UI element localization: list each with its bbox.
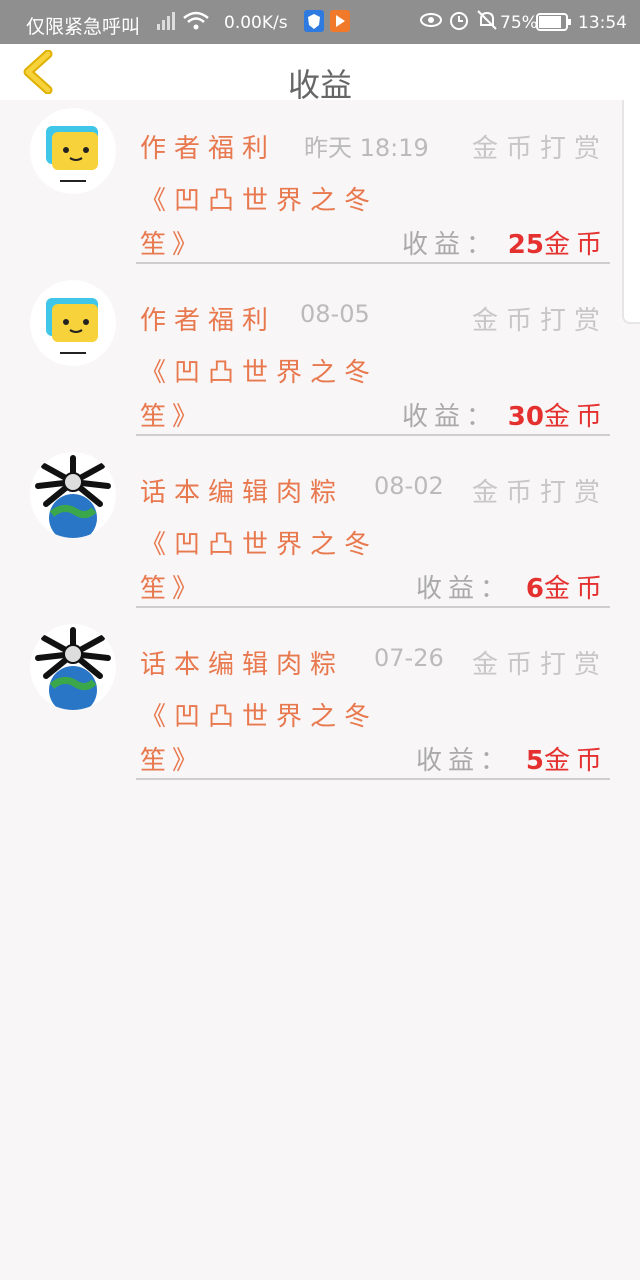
income-amount: 30金币 xyxy=(507,402,608,432)
divider xyxy=(136,778,610,780)
eye-icon xyxy=(420,10,442,34)
income-list: 作者福利 昨天 18:19 金币打赏 《凹凸世界之冬 笙》 收益： 25金币 作… xyxy=(0,100,640,788)
divider xyxy=(136,606,610,608)
alarm-icon xyxy=(448,9,470,35)
wifi-icon xyxy=(182,10,210,36)
nav-bar: 收益 xyxy=(0,44,640,104)
sender-name: 作者福利 xyxy=(140,134,277,164)
sender-name: 话本编辑肉粽 xyxy=(140,478,345,508)
item-date: 08-02 xyxy=(374,472,444,500)
clock: 13:54 xyxy=(578,13,627,33)
item-date: 08-05 xyxy=(300,300,370,328)
item-date: 07-26 xyxy=(374,644,444,672)
reward-type: 金币打赏 xyxy=(471,306,608,336)
book-title: 《凹凸世界之冬 xyxy=(140,530,379,560)
list-item[interactable]: 话本编辑肉粽 08-02 金币打赏 《凹凸世界之冬 笙》 收益： 6金币 xyxy=(0,444,640,616)
divider xyxy=(136,262,610,264)
book-title-cont: 笙》 xyxy=(140,230,205,260)
signal-icon xyxy=(156,10,178,36)
avatar xyxy=(30,624,116,710)
divider xyxy=(136,434,610,436)
list-item[interactable]: 话本编辑肉粽 07-26 金币打赏 《凹凸世界之冬 笙》 收益： 5金币 xyxy=(0,616,640,788)
avatar xyxy=(30,452,116,538)
book-title: 《凹凸世界之冬 xyxy=(140,702,379,732)
income-label: 收益： xyxy=(416,746,513,776)
income-label: 收益： xyxy=(416,574,513,604)
book-title-cont: 笙》 xyxy=(140,402,205,432)
item-date: 昨天 18:19 xyxy=(304,134,429,162)
reward-type: 金币打赏 xyxy=(471,134,608,164)
income-amount: 6金币 xyxy=(525,574,608,604)
sender-name: 作者福利 xyxy=(140,306,277,336)
book-title: 《凹凸世界之冬 xyxy=(140,358,379,388)
video-app-icon xyxy=(330,10,350,36)
list-item[interactable]: 作者福利 08-05 金币打赏 《凹凸世界之冬 笙》 收益： 30金币 xyxy=(0,272,640,444)
shield-app-icon xyxy=(304,10,324,36)
reward-type: 金币打赏 xyxy=(471,650,608,680)
carrier-text: 仅限紧急呼叫 xyxy=(26,16,141,38)
income-amount: 5金币 xyxy=(525,746,608,776)
sender-name: 话本编辑肉粽 xyxy=(140,650,345,680)
network-speed: 0.00K/s xyxy=(224,13,288,33)
reward-type: 金币打赏 xyxy=(471,478,608,508)
battery-icon xyxy=(536,12,572,36)
mute-icon xyxy=(476,9,498,35)
avatar xyxy=(30,280,116,366)
battery-percent: 75% xyxy=(500,13,538,33)
book-title-cont: 笙》 xyxy=(140,574,205,604)
income-amount: 25金币 xyxy=(507,230,608,260)
income-label: 收益： xyxy=(402,402,499,432)
list-item[interactable]: 作者福利 昨天 18:19 金币打赏 《凹凸世界之冬 笙》 收益： 25金币 xyxy=(0,100,640,272)
avatar xyxy=(30,108,116,194)
book-title-cont: 笙》 xyxy=(140,746,205,776)
income-label: 收益： xyxy=(402,230,499,260)
status-bar: 仅限紧急呼叫 0.00K/s 75% 13:54 xyxy=(0,0,640,44)
book-title: 《凹凸世界之冬 xyxy=(140,186,379,216)
